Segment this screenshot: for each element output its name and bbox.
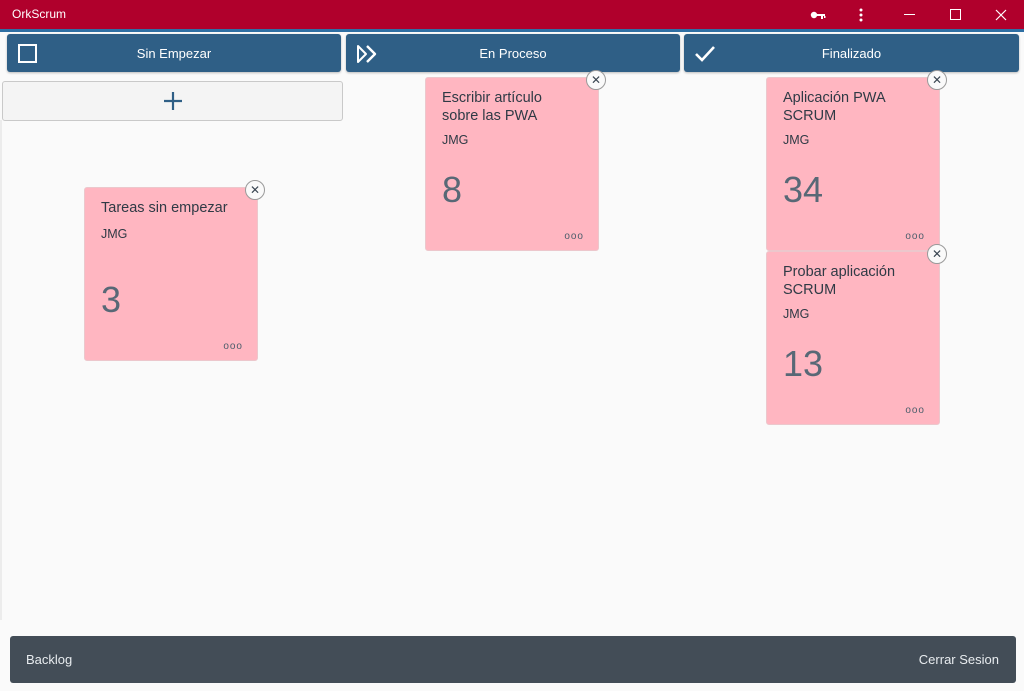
key-icon[interactable]: [795, 0, 841, 29]
card-owner: JMG: [783, 133, 810, 147]
card-close-icon[interactable]: ✕: [245, 180, 265, 200]
card-close-icon[interactable]: ✕: [927, 244, 947, 264]
card-title: Probar aplicación SCRUM: [783, 264, 896, 298]
column-label-finalizado: Finalizado: [821, 45, 882, 61]
add-task-button[interactable]: [2, 81, 343, 121]
checkmark-icon: [695, 46, 715, 62]
close-icon[interactable]: [978, 0, 1024, 29]
card-more-button[interactable]: ooo: [564, 231, 584, 242]
card-title: Tareas sin empezar: [101, 200, 228, 216]
card-more-button[interactable]: ooo: [905, 231, 925, 242]
column-header-finalizado[interactable]: Finalizado: [684, 34, 1019, 72]
task-card[interactable]: Aplicación PWA SCRUM JMG 34 ooo ✕: [766, 70, 947, 251]
title-accent-line: [0, 29, 1024, 32]
card-points: 8: [442, 169, 463, 210]
card-more-button[interactable]: ooo: [905, 405, 925, 416]
plus-icon: [163, 92, 182, 110]
column-header-sin-empezar[interactable]: Sin Empezar: [7, 34, 341, 72]
bottom-bar: Backlog Cerrar Sesion: [10, 636, 1016, 683]
card-points: 34: [783, 169, 824, 210]
card-owner: JMG: [101, 227, 128, 241]
double-chevron-right-icon: [357, 45, 377, 63]
card-more-button[interactable]: ooo: [223, 341, 243, 352]
task-card[interactable]: Probar aplicación SCRUM JMG 13 ooo ✕: [766, 244, 947, 425]
card-owner: JMG: [442, 133, 469, 147]
card-title: Aplicación PWA SCRUM: [783, 90, 885, 124]
task-card[interactable]: Escribir artículo sobre las PWA JMG 8 oo…: [425, 70, 606, 251]
card-close-icon[interactable]: ✕: [927, 70, 947, 90]
backlog-link[interactable]: Backlog: [26, 652, 72, 667]
column-label-sin-empezar: Sin Empezar: [136, 45, 212, 61]
card-points: 3: [101, 279, 122, 320]
title-bar: OrkScrum: [0, 0, 1024, 29]
card-close-icon[interactable]: ✕: [586, 70, 606, 90]
column-label-en-proceso: En Proceso: [479, 45, 547, 61]
left-edge-divider: [0, 120, 2, 620]
card-points: 13: [783, 343, 824, 384]
task-card[interactable]: Tareas sin empezar JMG 3 ooo ✕: [84, 180, 265, 361]
card-title: Escribir artículo sobre las PWA: [442, 90, 542, 124]
card-owner: JMG: [783, 307, 810, 321]
checkbox-empty-icon: [18, 44, 37, 63]
column-header-en-proceso[interactable]: En Proceso: [346, 34, 680, 72]
more-vertical-icon[interactable]: [838, 0, 884, 29]
minimize-icon[interactable]: [886, 0, 932, 29]
window-title: OrkScrum: [12, 7, 66, 21]
logout-link[interactable]: Cerrar Sesion: [919, 652, 999, 667]
maximize-icon[interactable]: [932, 0, 978, 29]
